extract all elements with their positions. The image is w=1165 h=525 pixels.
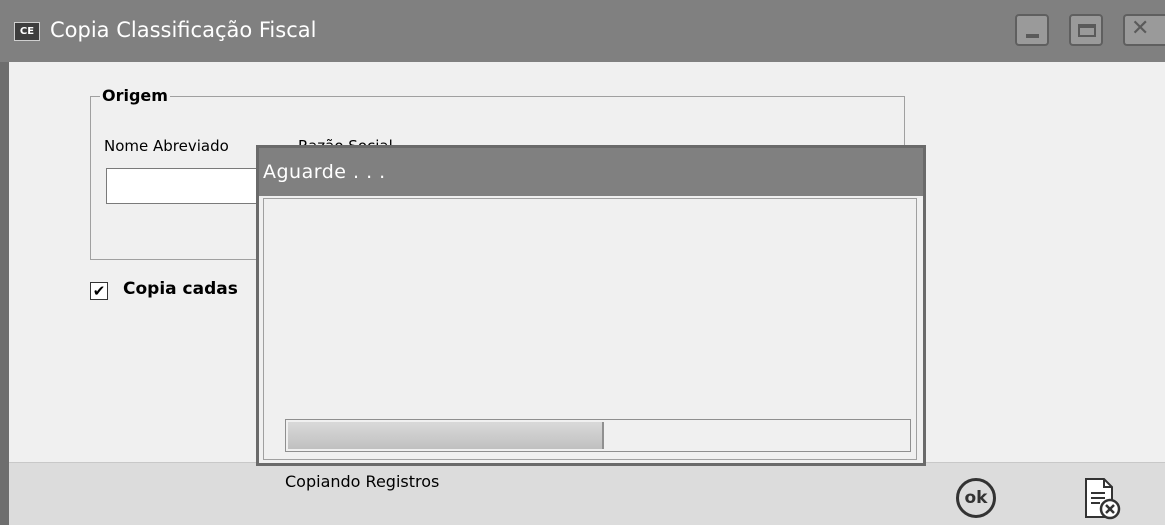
progress-bar (285, 419, 911, 452)
cancel-button[interactable] (1082, 477, 1122, 521)
copia-cadastro-checkbox[interactable]: ✔ (90, 282, 108, 300)
window-title: Copia Classificação Fiscal (50, 18, 317, 42)
ok-button[interactable]: ok (956, 478, 996, 518)
minimize-button[interactable] (1015, 14, 1049, 46)
close-icon: ✕ (1131, 16, 1150, 41)
window-left-edge (0, 62, 9, 525)
main-window: CE Copia Classificação Fiscal ✕ Origem N… (0, 0, 1165, 525)
maximize-button[interactable] (1069, 14, 1103, 46)
nome-abreviado-label: Nome Abreviado (104, 137, 229, 155)
cancel-document-icon (1085, 478, 1121, 520)
maximize-icon (1078, 24, 1096, 37)
dialog-title: Aguarde . . . (263, 161, 386, 183)
progress-status-text: Copiando Registros (285, 472, 440, 491)
dialog-titlebar[interactable]: Aguarde . . . (259, 148, 923, 196)
close-button[interactable]: ✕ (1123, 14, 1165, 46)
origem-group-title: Origem (100, 86, 170, 105)
aguarde-dialog: Aguarde . . . Copiando Registros (256, 145, 926, 491)
minimize-icon (1026, 34, 1039, 38)
nome-abreviado-input[interactable] (106, 168, 266, 204)
copia-cadastro-label: Copia cadas (123, 279, 238, 299)
progress-bar-fill (288, 422, 604, 449)
app-icon: CE (14, 22, 40, 41)
dialog-body: Copiando Registros (263, 198, 917, 491)
window-titlebar[interactable]: CE Copia Classificação Fiscal ✕ (0, 0, 1165, 62)
